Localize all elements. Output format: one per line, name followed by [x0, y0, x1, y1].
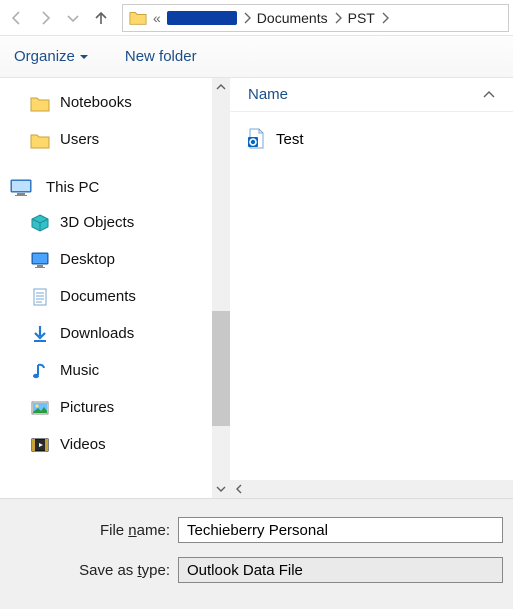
filename-label: File name:: [10, 522, 170, 539]
back-button[interactable]: [4, 4, 30, 32]
tree-item-pictures[interactable]: Pictures: [8, 389, 212, 426]
file-item-label: Test: [276, 131, 304, 148]
tree-item-videos[interactable]: Videos: [8, 426, 212, 463]
navigation-bar: « Documents PST: [0, 0, 513, 36]
tree-item-label: Desktop: [60, 251, 115, 268]
forward-button[interactable]: [32, 4, 58, 32]
desktop-icon: [30, 250, 50, 270]
scroll-thumb[interactable]: [212, 311, 230, 426]
tree-item-label: Downloads: [60, 325, 134, 342]
outlook-data-file-icon: [246, 128, 266, 150]
tree-item-notebooks[interactable]: Notebooks: [8, 84, 212, 121]
folder-icon: [30, 130, 50, 150]
tree-item-this-pc[interactable]: This PC: [8, 170, 212, 204]
downloads-icon: [30, 324, 50, 344]
tree-item-downloads[interactable]: Downloads: [8, 315, 212, 352]
navigation-tree: Notebooks Users This PC 3D Objects: [0, 78, 212, 498]
address-ellipsis: «: [153, 10, 161, 26]
up-button[interactable]: [88, 4, 114, 32]
chevron-right-icon: [243, 12, 251, 24]
file-item-test[interactable]: Test: [246, 124, 497, 154]
pictures-icon: [30, 398, 50, 418]
chevron-right-icon: [334, 12, 342, 24]
redacted-segment: [167, 11, 237, 25]
this-pc-icon: [10, 176, 36, 198]
scroll-up-icon[interactable]: [212, 78, 230, 96]
file-list: Test: [230, 112, 513, 480]
tree-item-label: Users: [60, 131, 99, 148]
scroll-down-icon[interactable]: [212, 480, 230, 498]
savetype-value: Outlook Data File: [187, 562, 303, 579]
tree-item-label: This PC: [46, 179, 99, 196]
tree-item-label: Documents: [60, 288, 136, 305]
arrow-up-icon: [93, 10, 109, 26]
main-area: Notebooks Users This PC 3D Objects: [0, 78, 513, 498]
save-form: File name: Save as type: Outlook Data Fi…: [0, 498, 513, 609]
tree-item-label: Notebooks: [60, 94, 132, 111]
content-hscrollbar[interactable]: [230, 480, 513, 498]
tree-item-label: Videos: [60, 436, 106, 453]
tree-item-music[interactable]: Music: [8, 352, 212, 389]
folder-icon: [30, 93, 50, 113]
chevron-right-icon: [381, 12, 389, 24]
column-header-name[interactable]: Name: [248, 86, 288, 103]
tree-item-label: Pictures: [60, 399, 114, 416]
toolbar: Organize New folder: [0, 36, 513, 78]
tree-item-users[interactable]: Users: [8, 121, 212, 158]
tree-item-label: 3D Objects: [60, 214, 134, 231]
tree-item-label: Music: [60, 362, 99, 379]
savetype-select[interactable]: Outlook Data File: [178, 557, 503, 583]
address-bar[interactable]: « Documents PST: [122, 4, 509, 32]
organize-button[interactable]: Organize: [14, 48, 89, 65]
scroll-left-icon[interactable]: [230, 480, 248, 498]
chevron-down-icon: [65, 10, 81, 26]
dropdown-caret-icon: [79, 52, 89, 62]
music-icon: [30, 361, 50, 381]
filename-input[interactable]: [178, 517, 503, 543]
documents-icon: [30, 287, 50, 307]
hscroll-track[interactable]: [248, 480, 513, 498]
organize-label: Organize: [14, 48, 75, 65]
new-folder-button[interactable]: New folder: [125, 48, 197, 65]
videos-icon: [30, 435, 50, 455]
column-headers: Name: [230, 78, 513, 112]
breadcrumb-pst[interactable]: PST: [348, 10, 375, 26]
3d-objects-icon: [30, 213, 50, 233]
tree-scrollbar[interactable]: [212, 78, 230, 498]
new-folder-label: New folder: [125, 48, 197, 65]
tree-item-documents[interactable]: Documents: [8, 278, 212, 315]
savetype-label: Save as type:: [10, 562, 170, 579]
folder-icon: [129, 9, 147, 27]
file-list-pane: Name Test: [230, 78, 513, 498]
arrow-right-icon: [37, 10, 53, 26]
breadcrumb-documents[interactable]: Documents: [257, 10, 328, 26]
arrow-left-icon: [9, 10, 25, 26]
tree-item-3d-objects[interactable]: 3D Objects: [8, 204, 212, 241]
tree-item-desktop[interactable]: Desktop: [8, 241, 212, 278]
recent-locations-button[interactable]: [60, 4, 86, 32]
sort-indicator-icon[interactable]: [483, 90, 495, 100]
